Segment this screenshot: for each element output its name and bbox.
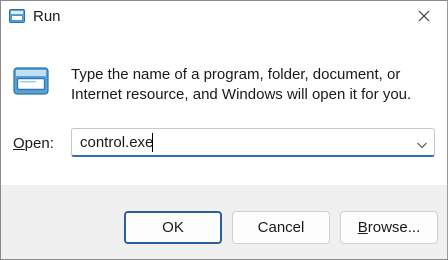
window-title: Run bbox=[33, 8, 61, 25]
close-icon bbox=[418, 9, 430, 27]
run-dialog: Run Type the name of a program, folder, … bbox=[0, 0, 448, 260]
open-input[interactable]: control.exe bbox=[80, 134, 153, 151]
cancel-button[interactable]: Cancel bbox=[232, 211, 330, 244]
open-label-rest: pen: bbox=[24, 135, 54, 152]
chevron-down-icon[interactable] bbox=[416, 137, 428, 149]
browse-accesskey: B bbox=[357, 219, 368, 236]
title-bar: Run bbox=[1, 1, 447, 35]
browse-label-rest: rowse... bbox=[367, 219, 421, 236]
text-caret bbox=[152, 133, 153, 152]
run-app-icon bbox=[9, 9, 25, 23]
browse-button[interactable]: Browse... bbox=[340, 211, 438, 244]
ok-button[interactable]: OK bbox=[124, 211, 222, 244]
open-label-accesskey: O bbox=[13, 135, 25, 152]
open-combobox[interactable]: control.exe bbox=[71, 128, 435, 157]
run-program-icon bbox=[13, 67, 49, 95]
close-button[interactable] bbox=[401, 1, 447, 35]
instruction-text: Type the name of a program, folder, docu… bbox=[71, 66, 412, 103]
open-label: Open: bbox=[13, 135, 54, 152]
